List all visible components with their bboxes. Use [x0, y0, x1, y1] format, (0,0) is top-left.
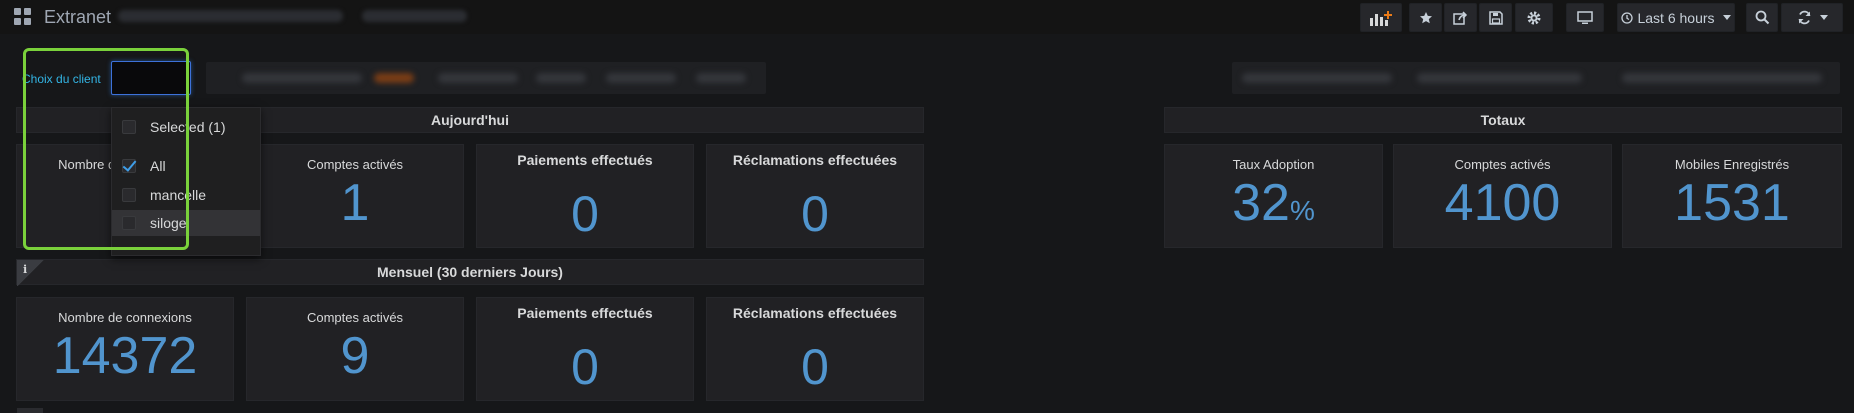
gear-icon	[1526, 10, 1542, 26]
panel-title: Comptes activés	[306, 157, 404, 172]
tv-icon	[1577, 10, 1593, 25]
stat-panel[interactable]: Comptes activés 9	[246, 297, 464, 401]
blurred-variables	[1232, 62, 1840, 94]
row-header-monthly[interactable]: i Mensuel (30 derniers Jours)	[16, 259, 924, 286]
stat-value: 1531	[1674, 174, 1790, 232]
top-navbar: Extranet Last 6 hours	[0, 0, 1854, 34]
time-range-label: Last 6 hours	[1637, 9, 1715, 26]
search-icon	[1755, 10, 1770, 25]
blurred-breadcrumb	[118, 10, 343, 22]
grafana-logo-icon[interactable]	[14, 8, 32, 26]
panel-title: Taux Adoption	[1232, 157, 1315, 172]
stat-value: 1	[340, 174, 370, 232]
stat-panel[interactable]: Comptes activés 1	[246, 144, 464, 248]
stat-value: 32%	[1232, 174, 1315, 232]
panel-title: Mobiles Enregistrés	[1674, 157, 1790, 172]
stat-panel[interactable]: Mobiles Enregistrés 1531	[1622, 144, 1842, 248]
info-icon[interactable]: i	[17, 260, 45, 286]
row-title: Aujourd'hui	[431, 112, 509, 128]
star-button[interactable]	[1409, 3, 1442, 32]
stat-panel[interactable]: Paiements effectués 0	[476, 144, 694, 248]
clock-icon	[1621, 11, 1634, 24]
zoom-out-button[interactable]	[1746, 3, 1778, 32]
row-title: Totaux	[1480, 112, 1526, 128]
stat-panel[interactable]: Réclamations effectuées 0	[706, 297, 924, 401]
stat-panel[interactable]: Réclamations effectuées 0	[706, 144, 924, 248]
stat-value: 9	[340, 327, 370, 385]
refresh-button[interactable]	[1781, 3, 1843, 32]
dashboard-title[interactable]: Extranet	[44, 7, 111, 28]
panel-title: Réclamations effectuées	[732, 305, 898, 321]
panel-title: Comptes activés	[306, 310, 404, 325]
blurred-variables	[206, 62, 766, 94]
row-title: Mensuel (30 derniers Jours)	[377, 264, 563, 280]
panel-title: Comptes activés	[1454, 157, 1551, 172]
annotation-highlight-box	[23, 48, 189, 250]
stat-value: 4100	[1444, 174, 1561, 232]
add-panel-icon	[1368, 9, 1394, 27]
panel-title: Paiements effectués	[517, 152, 653, 168]
star-icon	[1419, 11, 1433, 25]
settings-button[interactable]	[1515, 3, 1553, 32]
share-icon	[1453, 10, 1468, 25]
chevron-down-icon	[1722, 15, 1731, 20]
panel-title: Réclamations effectuées	[732, 152, 898, 168]
save-icon	[1488, 10, 1503, 25]
chevron-down-icon	[1819, 15, 1828, 20]
save-button[interactable]	[1479, 3, 1512, 32]
add-panel-button[interactable]	[1360, 3, 1402, 32]
tv-mode-button[interactable]	[1566, 3, 1604, 32]
row-header-totals[interactable]: Totaux	[1164, 107, 1842, 133]
stat-panel[interactable]: Taux Adoption 32%	[1164, 144, 1383, 248]
stat-unit: %	[1289, 195, 1315, 226]
stat-value: 0	[571, 339, 599, 395]
stat-value: 0	[801, 186, 829, 242]
blurred-breadcrumb	[362, 10, 467, 22]
stat-panel[interactable]: Nombre de connexions 14372	[16, 297, 234, 401]
stat-value: 0	[801, 339, 829, 395]
time-range-picker[interactable]: Last 6 hours	[1617, 3, 1735, 32]
stat-value: 0	[571, 186, 599, 242]
stat-value: 14372	[52, 327, 198, 385]
panel-title: Paiements effectués	[517, 305, 653, 321]
stat-panel[interactable]: Paiements effectués 0	[476, 297, 694, 401]
row-collapse-handle[interactable]	[17, 408, 43, 413]
stat-panel[interactable]: Comptes activés 4100	[1393, 144, 1612, 248]
panel-title: Nombre de connexions	[58, 310, 192, 325]
refresh-icon	[1797, 10, 1812, 25]
share-button[interactable]	[1444, 3, 1477, 32]
